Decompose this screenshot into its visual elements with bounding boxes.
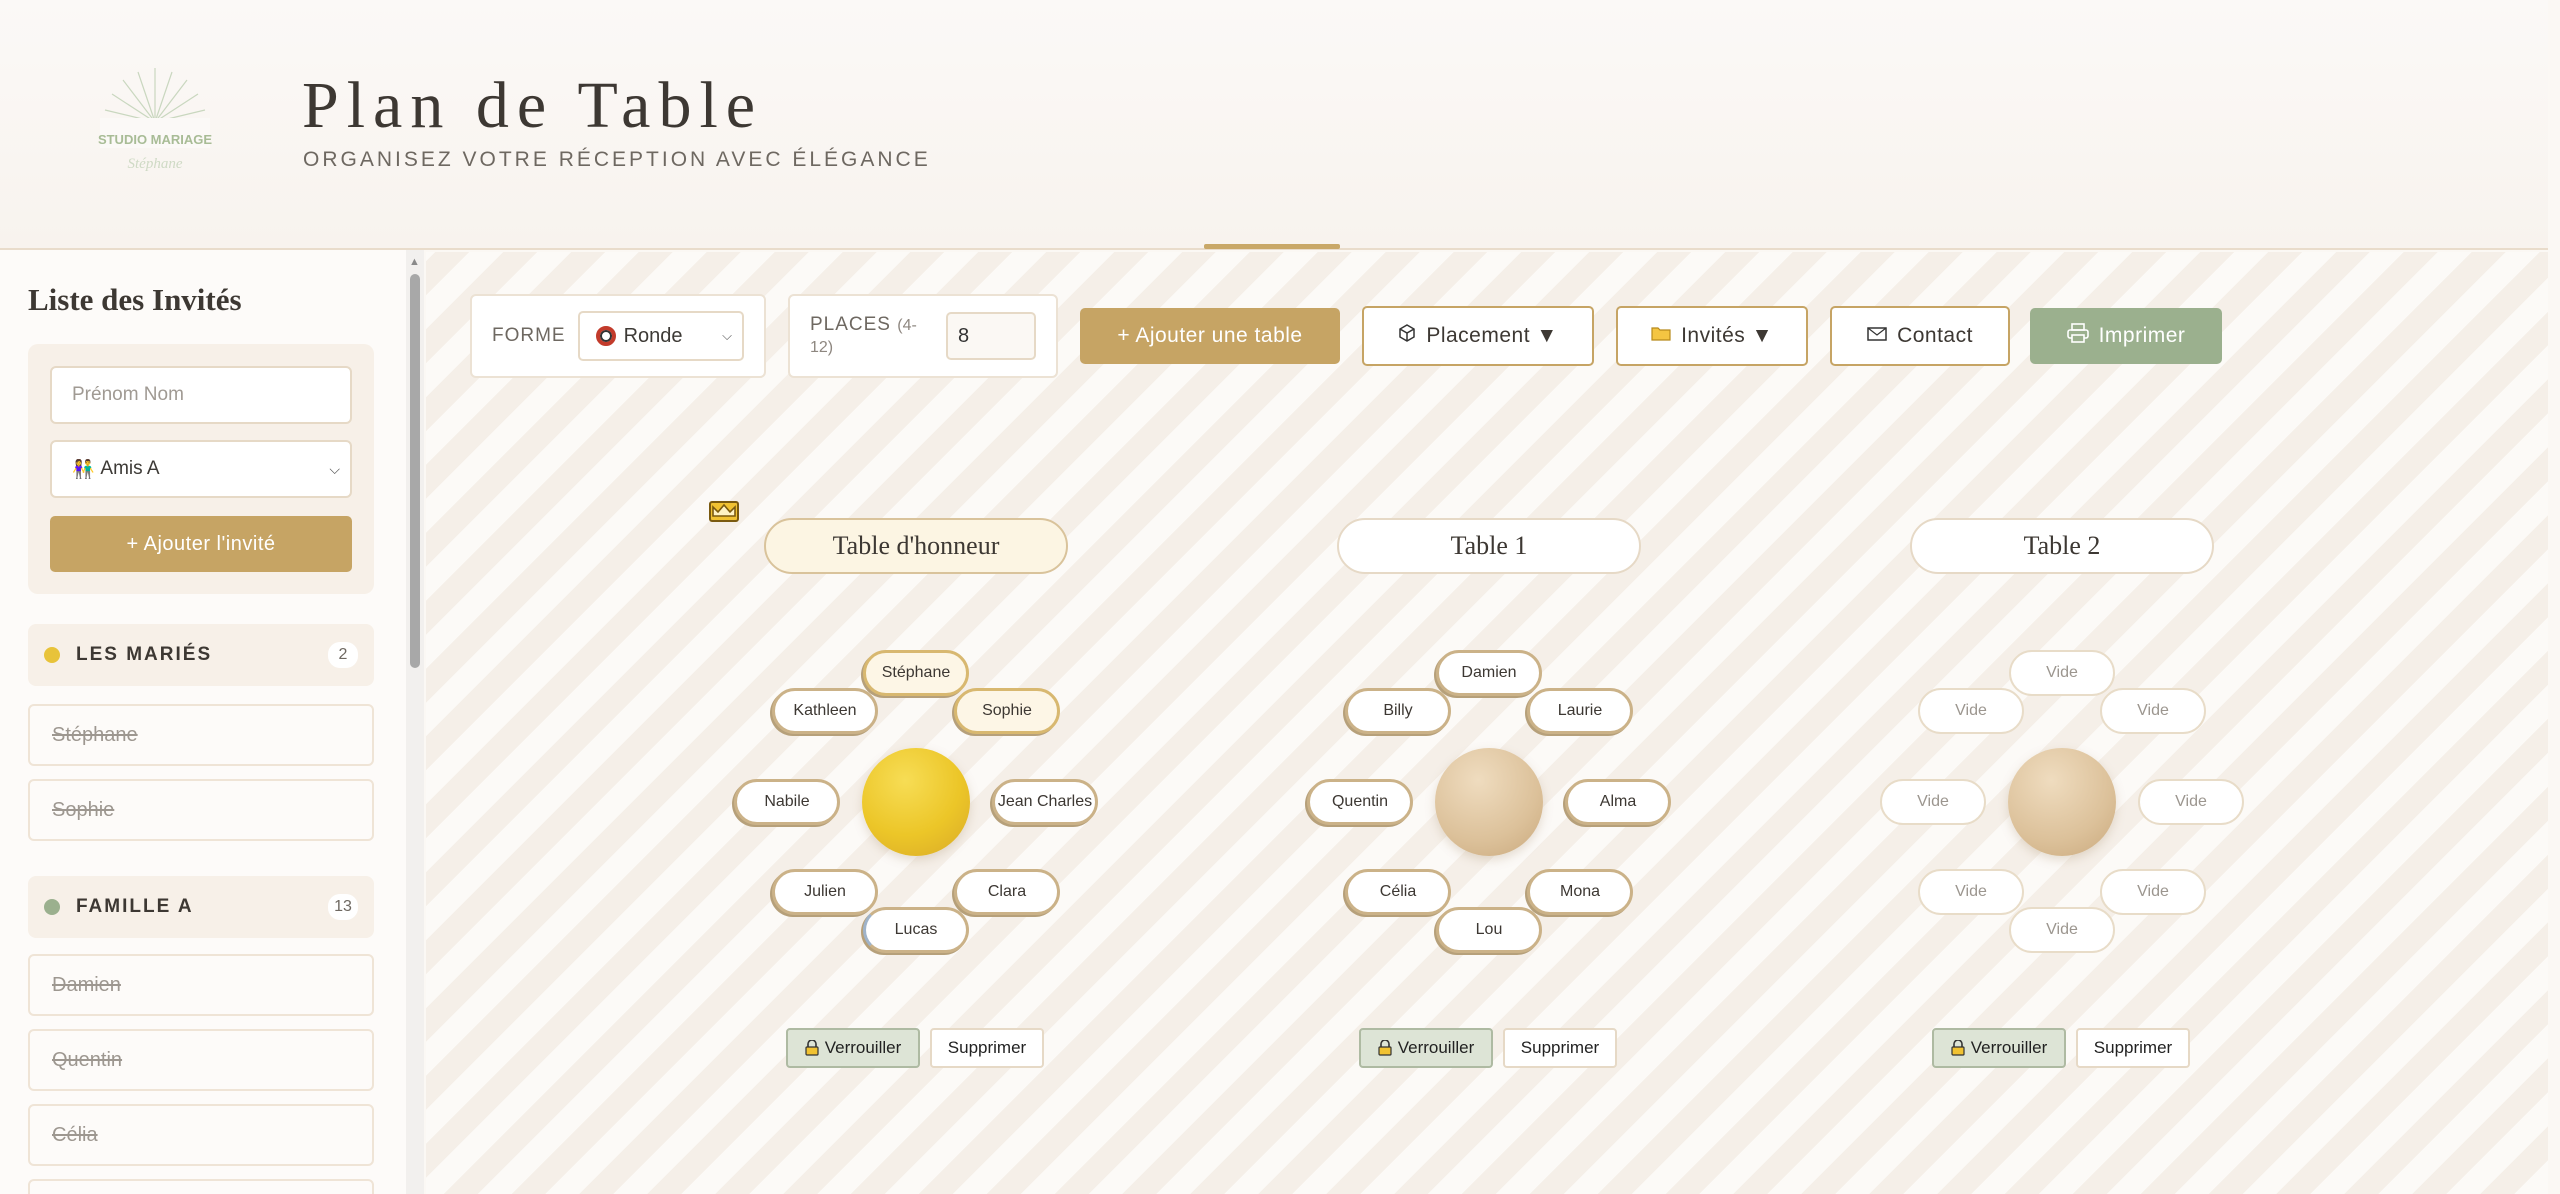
- delete-table-button[interactable]: Supprimer: [1503, 1028, 1617, 1068]
- page-title: Plan de Table: [302, 69, 764, 142]
- group-name: FAMILLE A: [76, 896, 194, 917]
- group-color-dot: [44, 647, 60, 663]
- group-count-badge: 2: [328, 642, 358, 668]
- crown-icon: [709, 498, 739, 522]
- seat[interactable]: Célia: [1345, 869, 1451, 915]
- seat[interactable]: Jean Charles: [992, 779, 1098, 825]
- places-input[interactable]: [946, 312, 1036, 360]
- shape-value: Ronde: [623, 324, 683, 347]
- seat[interactable]: Kathleen: [772, 688, 878, 734]
- guest-item[interactable]: Sophie: [28, 779, 374, 841]
- group-name: LES MARIÉS: [76, 644, 213, 665]
- sidebar-scrollbar[interactable]: ▲: [406, 250, 424, 1194]
- seat[interactable]: Nabile: [734, 779, 840, 825]
- add-guest-form: 👫 Amis A ⌵ + Ajouter l'invité: [28, 344, 374, 594]
- lock-label: Verrouiller: [1397, 1038, 1475, 1057]
- shape-control: FORME Ronde ⌵: [470, 294, 766, 378]
- seating-canvas: FORME Ronde ⌵ PLACES (4-12) + Ajouter un…: [426, 252, 2548, 1194]
- guest-item[interactable]: Damien: [28, 954, 374, 1016]
- couple-icon: 👫: [72, 458, 95, 479]
- app-header: STUDIO MARIAGE Stéphane Plan de Table OR…: [0, 0, 2548, 250]
- chevron-down-icon: ⌵: [329, 460, 340, 477]
- seat[interactable]: Lou: [1436, 907, 1542, 953]
- lock-label: Verrouiller: [1970, 1038, 2048, 1057]
- printer-icon: [2066, 323, 2089, 349]
- seat-empty[interactable]: Vide: [2009, 650, 2115, 696]
- guest-item[interactable]: Quentin: [28, 1029, 374, 1091]
- shape-select[interactable]: Ronde ⌵: [577, 311, 744, 361]
- group-header-les-maries[interactable]: LES MARIÉS 2: [28, 624, 374, 686]
- lock-table-button[interactable]: Verrouiller: [786, 1028, 920, 1068]
- table-disc[interactable]: [1435, 748, 1543, 856]
- lock-icon: [805, 1039, 819, 1056]
- table-title-2[interactable]: Table 2: [1910, 518, 2214, 574]
- seat[interactable]: Laurie: [1527, 688, 1633, 734]
- seat[interactable]: Julien: [772, 869, 878, 915]
- seat-empty[interactable]: Vide: [2100, 688, 2206, 734]
- seat[interactable]: Clara: [954, 869, 1060, 915]
- contact-label: Contact: [1897, 324, 1973, 347]
- guest-item[interactable]: Célia: [28, 1104, 374, 1166]
- group-count-badge: 13: [328, 894, 358, 920]
- envelope-icon: [1867, 325, 1887, 347]
- add-table-button[interactable]: + Ajouter une table: [1080, 308, 1340, 364]
- seat-empty[interactable]: Vide: [1880, 779, 1986, 825]
- print-label: Imprimer: [2098, 324, 2186, 347]
- round-table-icon: [595, 326, 616, 346]
- seat[interactable]: Alma: [1565, 779, 1671, 825]
- print-button[interactable]: Imprimer: [2030, 308, 2222, 364]
- guest-group-select[interactable]: 👫 Amis A ⌵: [50, 440, 352, 498]
- delete-table-button[interactable]: Supprimer: [930, 1028, 1044, 1068]
- placement-label: Placement ▼: [1426, 324, 1558, 347]
- delete-table-button[interactable]: Supprimer: [2076, 1028, 2190, 1068]
- table-title-honneur[interactable]: Table d'honneur: [764, 518, 1068, 574]
- group-color-dot: [44, 899, 60, 915]
- sidebar-title: Liste des Invités: [28, 282, 242, 317]
- seat-empty[interactable]: Vide: [2009, 907, 2115, 953]
- cube-icon: [1398, 324, 1416, 348]
- placement-menu-button[interactable]: Placement ▼: [1362, 306, 1594, 366]
- lock-icon: [1378, 1039, 1392, 1056]
- table-disc[interactable]: [2008, 748, 2116, 856]
- lock-table-button[interactable]: Verrouiller: [1932, 1028, 2066, 1068]
- table-title-1[interactable]: Table 1: [1337, 518, 1641, 574]
- seat-empty[interactable]: Vide: [2100, 869, 2206, 915]
- guest-sidebar: Liste des Invités 👫 Amis A ⌵ + Ajouter l…: [0, 250, 424, 1194]
- seat[interactable]: Lucas: [863, 907, 969, 953]
- places-label: PLACES (4-12): [810, 314, 917, 356]
- add-guest-button[interactable]: + Ajouter l'invité: [50, 516, 352, 572]
- scroll-up-arrow-icon[interactable]: ▲: [409, 256, 420, 268]
- page-subtitle: ORGANISEZ VOTRE RÉCEPTION AVEC ÉLÉGANCE: [303, 148, 931, 171]
- guest-item[interactable]: Stéphane: [28, 704, 374, 766]
- guests-menu-button[interactable]: Invités ▼: [1616, 306, 1808, 366]
- seat[interactable]: Quentin: [1307, 779, 1413, 825]
- seat-empty[interactable]: Vide: [1918, 869, 2024, 915]
- seat[interactable]: Damien: [1436, 650, 1542, 696]
- table-disc[interactable]: [862, 748, 970, 856]
- logo-text: STUDIO MARIAGE: [98, 132, 212, 147]
- lock-table-button[interactable]: Verrouiller: [1359, 1028, 1493, 1068]
- seat-empty[interactable]: Vide: [2138, 779, 2244, 825]
- seat[interactable]: Stéphane: [863, 650, 969, 696]
- group-header-famille-a[interactable]: FAMILLE A 13: [28, 876, 374, 938]
- seat[interactable]: Sophie: [954, 688, 1060, 734]
- seat[interactable]: Mona: [1527, 869, 1633, 915]
- guest-name-input[interactable]: [50, 366, 352, 424]
- lock-icon: [1951, 1039, 1965, 1056]
- guest-group-value: Amis A: [100, 458, 160, 479]
- studio-logo[interactable]: STUDIO MARIAGE Stéphane: [90, 60, 220, 190]
- places-control: PLACES (4-12): [788, 294, 1058, 378]
- lock-label: Verrouiller: [824, 1038, 902, 1057]
- chevron-down-icon: ⌵: [722, 328, 732, 343]
- svg-text:Stéphane: Stéphane: [128, 156, 183, 172]
- folder-icon: [1651, 325, 1671, 347]
- scrollbar-thumb[interactable]: [410, 274, 420, 668]
- guest-item-partial[interactable]: [28, 1179, 374, 1194]
- header-accent-bar: [1204, 244, 1340, 249]
- contact-button[interactable]: Contact: [1830, 306, 2010, 366]
- shape-label: FORME: [492, 325, 566, 346]
- seat[interactable]: Billy: [1345, 688, 1451, 734]
- seat-empty[interactable]: Vide: [1918, 688, 2024, 734]
- guests-menu-label: Invités ▼: [1681, 324, 1773, 347]
